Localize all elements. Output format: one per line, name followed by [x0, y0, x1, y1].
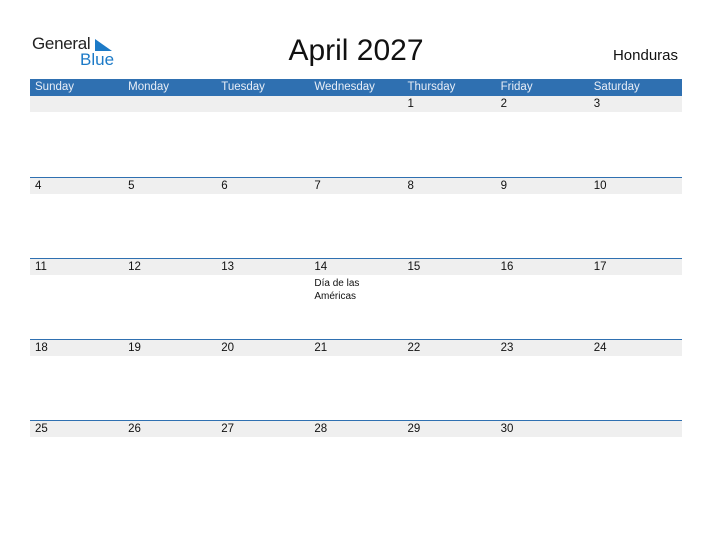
day-number: 29 [402, 421, 496, 437]
day-number: 13 [216, 259, 310, 275]
day-cell: 16 [495, 259, 589, 339]
weekday-header: Sunday Monday Tuesday Wednesday Thursday Frid… [30, 79, 682, 96]
day-number: 25 [30, 421, 124, 437]
country-label: Honduras [612, 47, 678, 64]
calendar-grid: Sunday Monday Tuesday Wednesday Thursday Frid… [30, 79, 682, 501]
day-cell: 15 [402, 259, 496, 339]
week-row: 123 [30, 96, 682, 177]
weekday-thursday: Thursday [407, 81, 456, 93]
day-cell: 22 [402, 340, 496, 420]
day-cell: 10 [588, 178, 682, 258]
day-number: 27 [216, 421, 310, 437]
day-cell: 7 [309, 178, 403, 258]
day-cell: 28 [309, 421, 403, 501]
week-row: 11 12 13 14 Día de las Américas 15 16 17 [30, 258, 682, 339]
day-cell: 2 [495, 96, 589, 177]
day-cell: 5 [123, 178, 217, 258]
day-number: 20 [216, 340, 310, 356]
week-row: 4 5 6 7 8 9 10 [30, 177, 682, 258]
day-cell: 4 [30, 178, 124, 258]
day-cell: 26 [123, 421, 217, 501]
day-number: 24 [588, 340, 682, 356]
day-cell: 23 [495, 340, 589, 420]
day-number: 19 [123, 340, 217, 356]
weekday-monday: Monday [128, 81, 170, 93]
day-number [30, 96, 124, 112]
empty-day-cell [309, 96, 403, 177]
day-cell: 12 [123, 259, 217, 339]
day-cell: 17 [588, 259, 682, 339]
day-number: 16 [495, 259, 589, 275]
day-number: 14 [309, 259, 403, 275]
day-number: 26 [123, 421, 217, 437]
day-number: 23 [495, 340, 589, 356]
day-number: 3 [588, 96, 682, 112]
day-cell: 1 [402, 96, 496, 177]
day-cell: 19 [123, 340, 217, 420]
day-number: 21 [309, 340, 403, 356]
day-number: 7 [309, 178, 403, 194]
day-cell: 27 [216, 421, 310, 501]
day-number: 6 [216, 178, 310, 194]
day-number: 15 [402, 259, 496, 275]
empty-day-cell [123, 96, 217, 177]
day-cell: 8 [402, 178, 496, 258]
week-row: 18 19 20 21 22 23 24 [30, 339, 682, 420]
day-number: 9 [495, 178, 589, 194]
weekday-sunday: Sunday [35, 81, 75, 93]
day-number [588, 421, 682, 437]
day-number: 18 [30, 340, 124, 356]
day-cell: 3 [588, 96, 682, 177]
day-number: 28 [309, 421, 403, 437]
day-cell: 14 Día de las Américas [309, 259, 403, 339]
day-number: 2 [495, 96, 589, 112]
day-cell: 18 [30, 340, 124, 420]
empty-day-cell [30, 96, 124, 177]
weekday-wednesday: Wednesday [314, 81, 375, 93]
day-number: 1 [402, 96, 496, 112]
holiday-event: Día de las Américas [314, 278, 360, 302]
weekday-saturday: Saturday [593, 81, 640, 93]
day-number: 11 [30, 259, 124, 275]
day-cell: 29 [402, 421, 496, 501]
day-cell: 30 [495, 421, 589, 501]
day-cell: 11 [30, 259, 124, 339]
day-number: 17 [588, 259, 682, 275]
day-number: 12 [123, 259, 217, 275]
day-cell: 13 [216, 259, 310, 339]
page-title: April 2027 [288, 34, 424, 67]
day-number: 30 [495, 421, 589, 437]
day-number: 8 [402, 178, 496, 194]
day-number [123, 96, 217, 112]
day-cell: 6 [216, 178, 310, 258]
day-number [309, 96, 403, 112]
weekday-tuesday: Tuesday [221, 81, 265, 93]
empty-day-cell [588, 421, 682, 501]
empty-day-cell [216, 96, 310, 177]
day-number: 22 [402, 340, 496, 356]
day-number: 5 [123, 178, 217, 194]
day-cell: 24 [588, 340, 682, 420]
day-number [216, 96, 310, 112]
day-number: 4 [30, 178, 124, 194]
day-number: 10 [588, 178, 682, 194]
day-cell: 25 [30, 421, 124, 501]
day-cell: 20 [216, 340, 310, 420]
week-row: 25 26 27 28 29 30 [30, 420, 682, 501]
day-cell: 9 [495, 178, 589, 258]
weekday-friday: Friday [500, 81, 533, 93]
day-cell: 21 [309, 340, 403, 420]
